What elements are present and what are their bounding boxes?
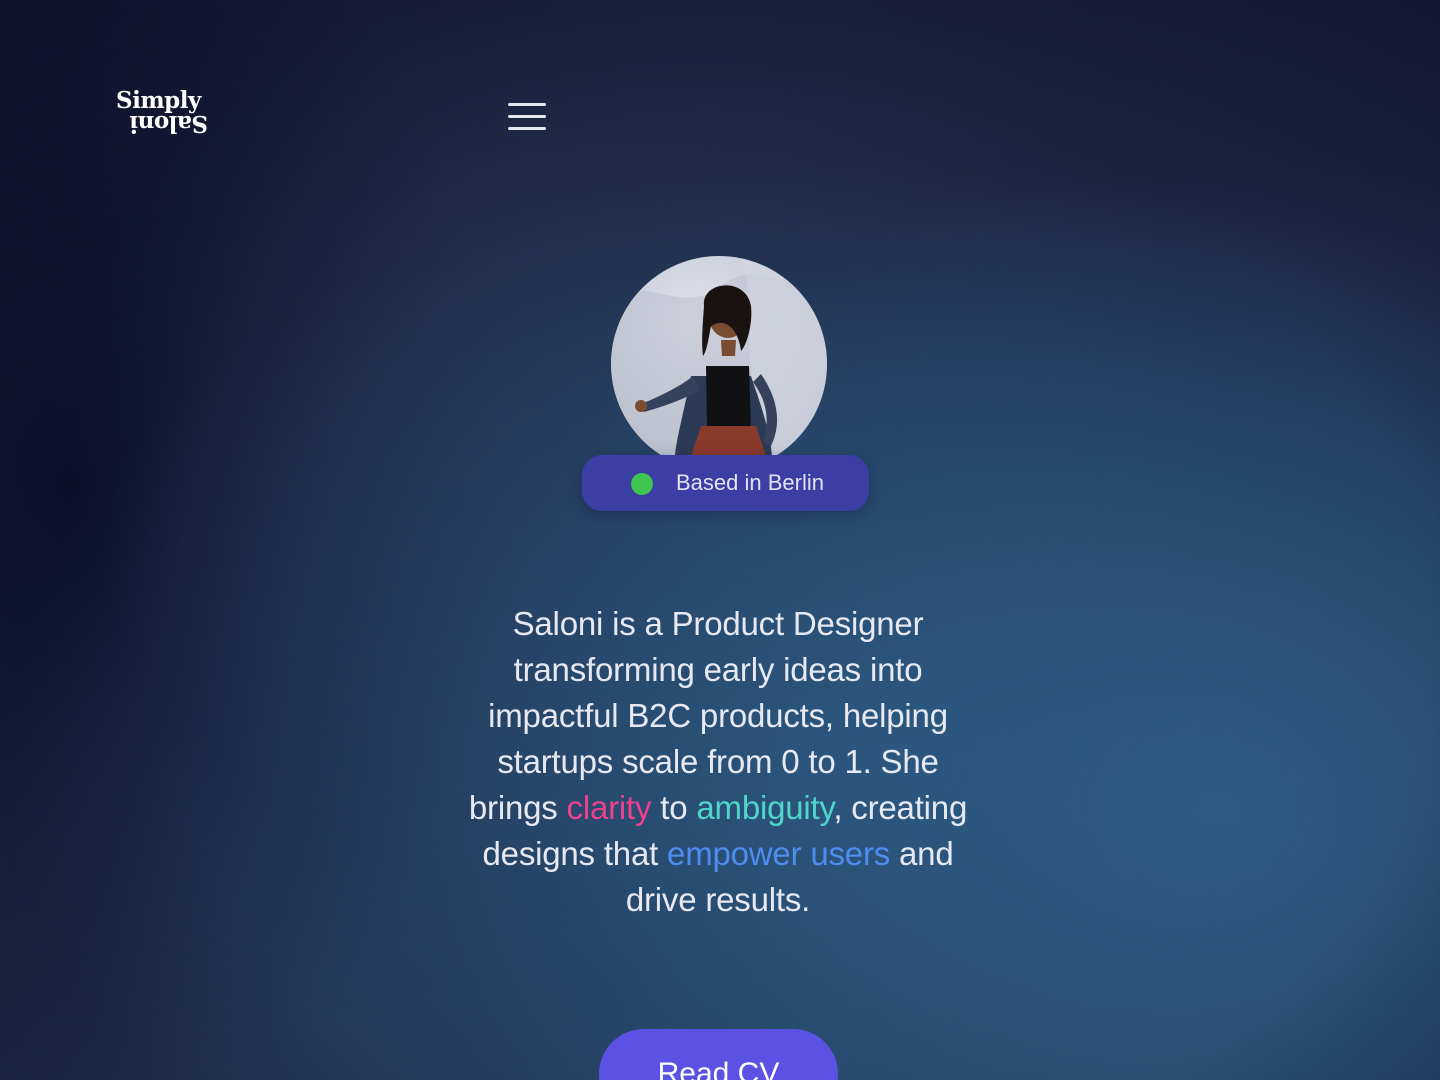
bio-paragraph: Saloni is a Product Designer transformin… bbox=[458, 601, 978, 923]
site-logo[interactable]: Simply Saloni bbox=[116, 87, 212, 146]
location-text: Based in Berlin bbox=[676, 470, 824, 495]
bio-highlight-empower-users: empower users bbox=[667, 835, 891, 872]
bio-text: to bbox=[651, 789, 697, 826]
menu-line bbox=[508, 127, 546, 130]
menu-line bbox=[508, 115, 546, 118]
profile-photo bbox=[611, 256, 827, 472]
bio-highlight-ambiguity: ambiguity bbox=[696, 789, 834, 826]
profile-photo-illustration bbox=[611, 256, 827, 472]
menu-line bbox=[508, 103, 546, 106]
logo-text-bottom: Saloni bbox=[129, 110, 208, 137]
logo-text-top: Simply bbox=[116, 87, 201, 114]
bio-highlight-clarity: clarity bbox=[566, 789, 652, 826]
hamburger-menu-icon[interactable] bbox=[505, 100, 549, 136]
location-badge: Based in Berlin bbox=[582, 455, 869, 511]
read-cv-button[interactable]: Read CV bbox=[599, 1029, 838, 1080]
online-status-dot-icon bbox=[631, 473, 653, 495]
